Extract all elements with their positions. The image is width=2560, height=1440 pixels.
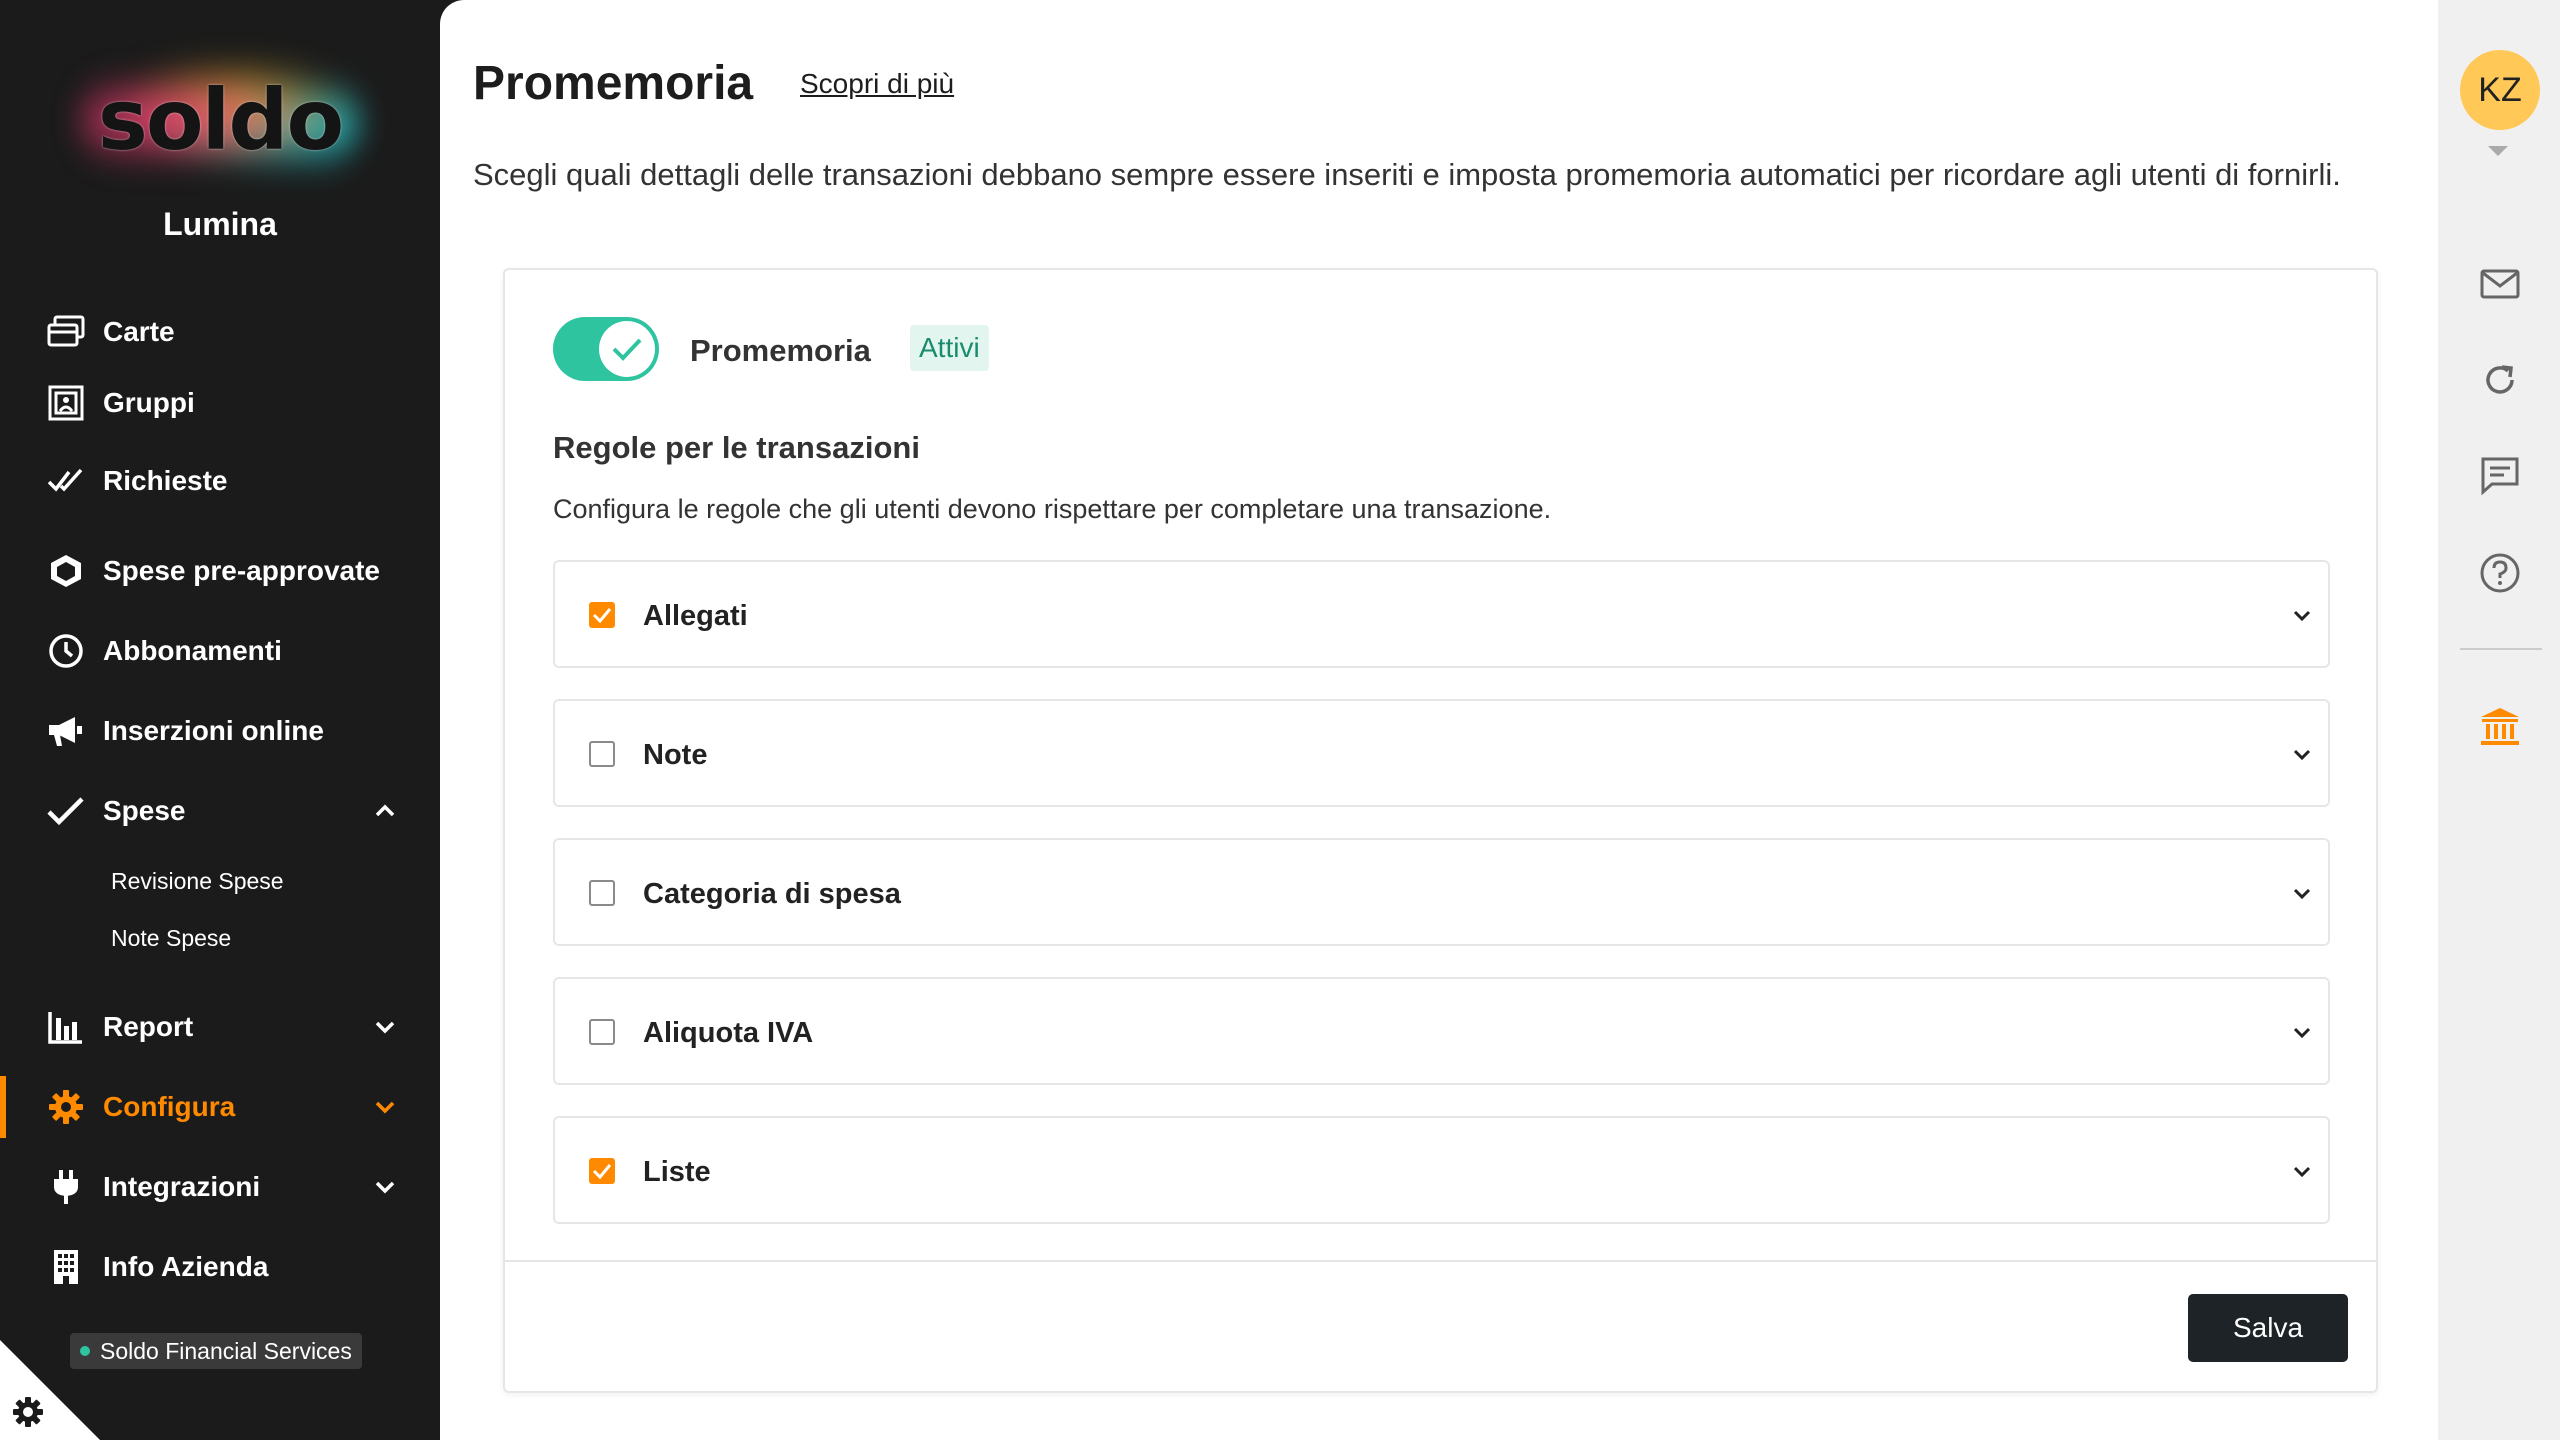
chat-icon[interactable] — [2478, 453, 2522, 497]
reminders-toggle[interactable] — [553, 317, 659, 381]
nav-item-spese-pre-approvate[interactable]: Spese pre-approvate — [0, 536, 440, 606]
card-footer: Salva — [505, 1260, 2376, 1391]
sidebar: soldo Lumina Carte Gruppi Richieste Spes… — [0, 0, 440, 1440]
check-icon — [612, 338, 642, 361]
groups-icon — [46, 383, 86, 423]
nav-item-integrazioni[interactable]: Integrazioni — [0, 1152, 440, 1222]
check-icon — [46, 791, 86, 831]
checkbox[interactable] — [589, 1019, 615, 1045]
rules-title: Regole per le transazioni — [553, 430, 920, 465]
plug-icon — [46, 1167, 86, 1207]
page-title: Promemoria — [473, 57, 754, 110]
chevron-down-icon — [370, 1012, 400, 1042]
megaphone-icon — [46, 711, 86, 751]
entity-label: Soldo Financial Services — [100, 1337, 352, 1364]
double-check-icon — [46, 461, 86, 501]
checkbox[interactable] — [589, 1158, 615, 1184]
nav-item-gruppi[interactable]: Gruppi — [0, 368, 440, 438]
page-description: Scegli quali dettagli delle transazioni … — [473, 157, 2341, 192]
building-icon — [46, 1247, 86, 1287]
rule-row-liste[interactable]: Liste — [553, 1116, 2330, 1224]
checkbox[interactable] — [589, 602, 615, 628]
caret-down-icon[interactable] — [2488, 146, 2508, 156]
toggle-knob — [599, 321, 655, 377]
check-icon — [592, 608, 612, 624]
rule-label: Allegati — [643, 600, 748, 632]
chevron-down-icon — [370, 1092, 400, 1122]
chevron-up-icon — [370, 796, 400, 826]
learn-more-link[interactable]: Scopri di più — [800, 68, 954, 100]
checkbox[interactable] — [589, 741, 615, 767]
rule-label: Aliquota IVA — [643, 1017, 814, 1049]
nav-item-report[interactable]: Report — [0, 992, 440, 1062]
save-button[interactable]: Salva — [2188, 1294, 2348, 1362]
chevron-down-icon[interactable] — [2288, 1019, 2316, 1047]
rail-divider — [2460, 648, 2542, 650]
refresh-icon[interactable] — [2478, 358, 2522, 402]
sub-item-revisione-spese[interactable]: Revisione Spese — [111, 868, 284, 895]
nav-item-abbonamenti[interactable]: Abbonamenti — [0, 616, 440, 686]
cards-icon — [46, 312, 86, 352]
bar-chart-icon — [46, 1007, 86, 1047]
entity-badge: Soldo Financial Services — [70, 1333, 362, 1369]
rule-row-categoria-di-spesa[interactable]: Categoria di spesa — [553, 838, 2330, 946]
check-icon — [592, 1164, 612, 1180]
chevron-down-icon[interactable] — [2288, 1158, 2316, 1186]
gear-icon — [46, 1087, 86, 1127]
clock-icon — [46, 631, 86, 671]
soldo-logo: soldo — [60, 50, 380, 190]
chevron-down-icon[interactable] — [2288, 602, 2316, 630]
chevron-down-icon[interactable] — [2288, 741, 2316, 769]
reminders-card: Promemoria Attivi Regole per le transazi… — [503, 268, 2378, 1393]
rule-label: Note — [643, 739, 708, 771]
chevron-down-icon — [370, 1172, 400, 1202]
chevron-down-icon[interactable] — [2288, 880, 2316, 908]
rule-row-allegati[interactable]: Allegati — [553, 560, 2330, 668]
rule-row-aliquota-iva[interactable]: Aliquota IVA — [553, 977, 2330, 1085]
shield-icon — [46, 551, 86, 591]
checkbox[interactable] — [589, 880, 615, 906]
rule-row-note[interactable]: Note — [553, 699, 2330, 807]
main-content: Promemoria Scopri di più Scegli quali de… — [440, 0, 2438, 1440]
nav-item-info-azienda[interactable]: Info Azienda — [0, 1232, 440, 1302]
toggle-label: Promemoria — [690, 333, 871, 368]
status-badge: Attivi — [910, 325, 989, 371]
settings-gear-icon[interactable] — [10, 1394, 46, 1430]
nav-item-configura[interactable]: Configura — [0, 1072, 440, 1142]
help-icon[interactable] — [2478, 551, 2522, 595]
mail-icon[interactable] — [2478, 262, 2522, 306]
bank-icon[interactable] — [2478, 705, 2522, 749]
rule-label: Liste — [643, 1156, 711, 1188]
right-rail: KZ — [2438, 0, 2560, 1440]
organization-name: Lumina — [163, 206, 277, 242]
rule-label: Categoria di spesa — [643, 878, 901, 910]
avatar[interactable]: KZ — [2460, 50, 2540, 130]
nav-item-richieste[interactable]: Richieste — [0, 446, 440, 516]
nav-item-inserzioni-online[interactable]: Inserzioni online — [0, 696, 440, 766]
nav-item-carte[interactable]: Carte — [0, 297, 440, 367]
nav-item-spese[interactable]: Spese — [0, 776, 440, 846]
rules-description: Configura le regole che gli utenti devon… — [553, 494, 1552, 524]
sub-item-note-spese[interactable]: Note Spese — [111, 925, 231, 952]
